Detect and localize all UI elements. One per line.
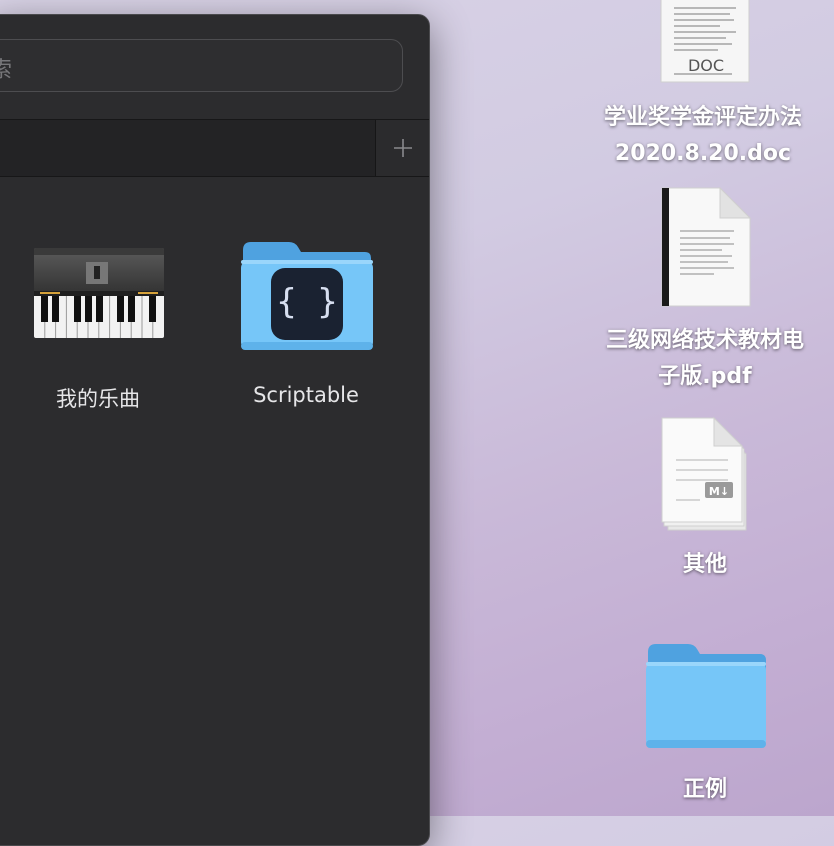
finder-window: 索 xyxy=(0,14,430,846)
tab-bar xyxy=(0,119,429,177)
markdown-files-icon: M↓ xyxy=(661,416,747,531)
svg-text:{ }: { } xyxy=(276,282,337,322)
finder-item-label: 我的乐曲 xyxy=(56,387,140,411)
doc-file-icon: DOC xyxy=(660,0,750,83)
finder-item-label: Scriptable xyxy=(253,383,359,407)
folder-scriptable-icon: { } xyxy=(241,242,373,350)
folder-icon xyxy=(646,644,766,748)
plus-icon xyxy=(393,139,412,157)
search-placeholder: 索 xyxy=(0,52,12,84)
desktop-item-label: 其他 xyxy=(682,552,728,577)
desktop-item-label: 学业奖学金评定办法 2020.8.20.doc xyxy=(603,105,803,166)
piano-app-icon xyxy=(34,248,164,338)
doc-badge: DOC xyxy=(688,56,724,75)
desktop-item-label: 正例 xyxy=(682,777,728,802)
desktop-item-label: 三级网络技术教材电 子版.pdf xyxy=(605,328,805,389)
search-field[interactable]: 索 xyxy=(0,39,403,92)
new-tab-button[interactable] xyxy=(375,120,429,176)
pdf-file-icon xyxy=(661,186,752,307)
markdown-badge: M↓ xyxy=(709,485,729,498)
